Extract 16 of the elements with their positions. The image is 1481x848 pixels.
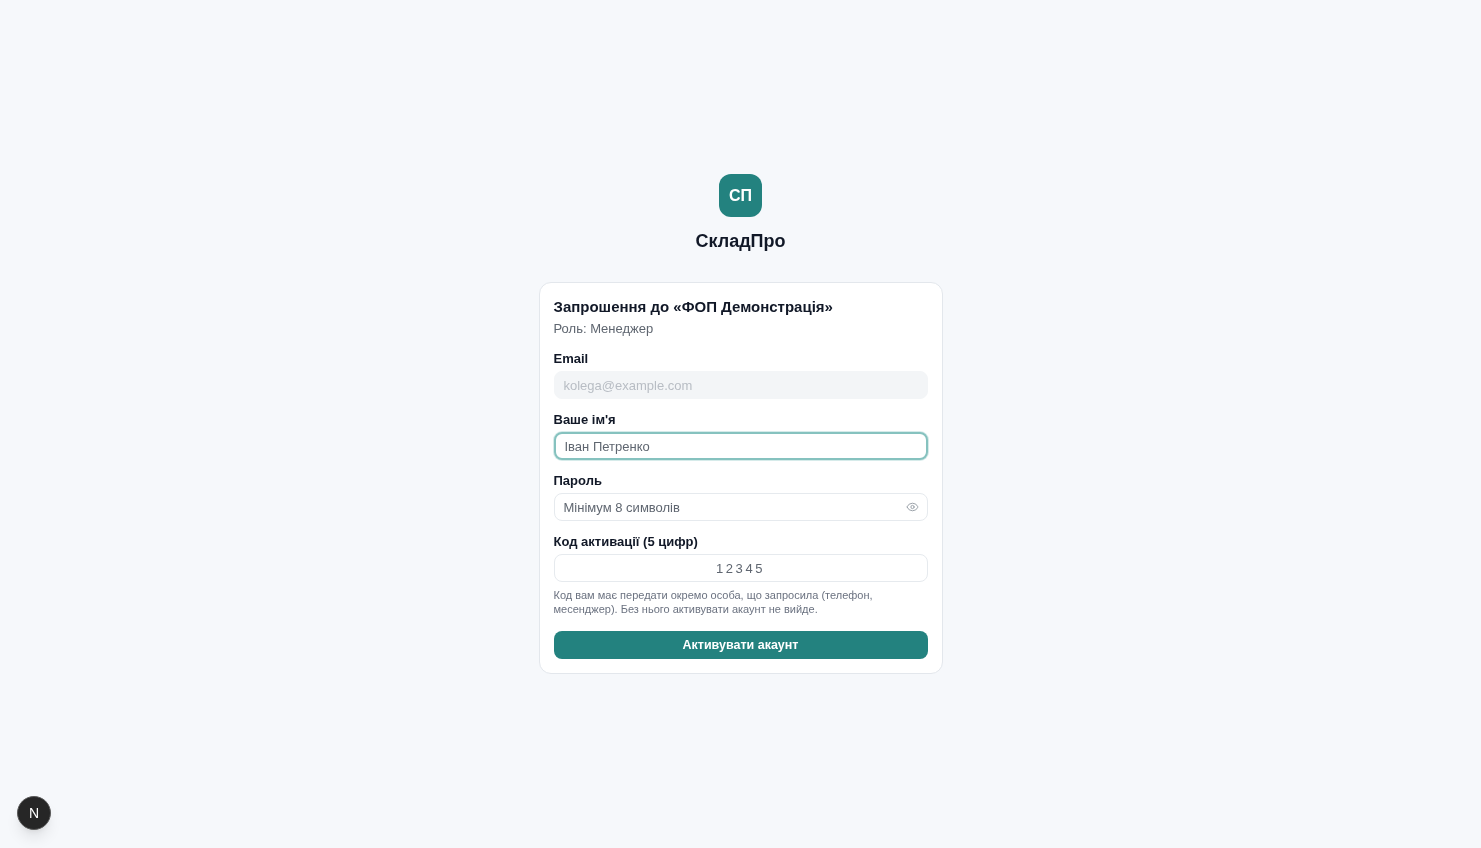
field-label: Код активації (5 цифр) — [553, 533, 699, 551]
eye-icon — [905, 500, 919, 514]
card-title: Запрошення до «ФОП Демонстрація» — [553, 297, 834, 317]
text-input-field[interactable]: Іван Петренко — [553, 432, 928, 460]
activate-account-button[interactable]: Активувати акаунт — [553, 631, 928, 659]
password-field[interactable]: Мінімум 8 символів — [553, 493, 928, 521]
dev-tools-button[interactable]: N — [17, 796, 51, 830]
field-label: Ваше ім'я — [553, 411, 617, 429]
show-password-button[interactable] — [905, 500, 919, 514]
app-name: СкладПро — [695, 230, 786, 253]
hint-text: Код вам має передати окремо особа, що запросила (телефон, месенджер). Без нього активувати акаунт не вийде. — [553, 588, 874, 616]
role-text: Роль: Менеджер — [553, 320, 655, 338]
field-label: Пароль — [553, 472, 603, 490]
activation-code-field[interactable]: 12345 — [553, 554, 928, 582]
field-label: Email — [553, 350, 590, 368]
logo-tile: СП — [719, 174, 762, 217]
